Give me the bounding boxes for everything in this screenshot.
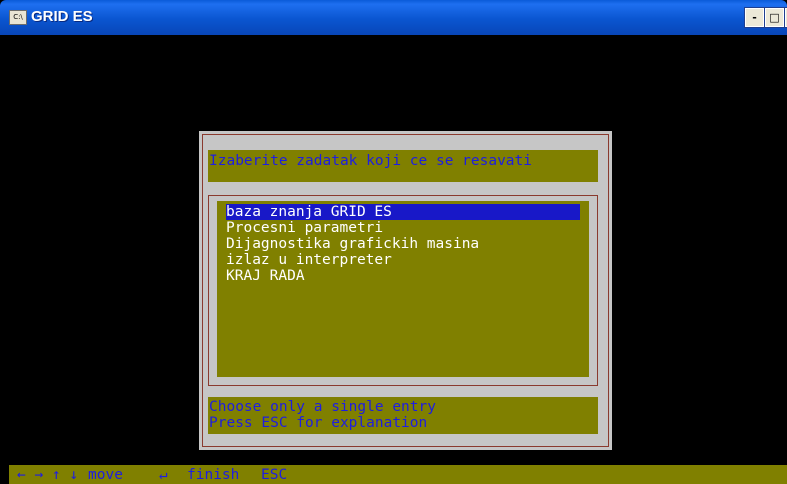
- enter-key-icon: ↵: [159, 467, 168, 483]
- arrow-keys-icon: ← → ↑ ↓: [17, 467, 79, 483]
- list-item[interactable]: izlaz u interpreter: [226, 252, 580, 268]
- list-item[interactable]: Dijagnostika grafickih masina: [226, 236, 580, 252]
- maximize-button[interactable]: □: [764, 7, 785, 28]
- title-bar[interactable]: C:\ GRID ES - □ x: [0, 0, 787, 35]
- list-item[interactable]: KRAJ RADA: [226, 268, 580, 284]
- dialog-header: Izaberite zadatak koji ce se resavati: [208, 150, 598, 182]
- footer-line-2: Press ESC for explanation: [209, 415, 428, 431]
- esc-hint: ESC: [261, 467, 288, 483]
- footer-line-1: Choose only a single entry: [209, 399, 436, 415]
- task-list: baza znanja GRID ES Procesni parametri D…: [217, 201, 589, 377]
- move-hint: move: [88, 467, 123, 483]
- finish-hint: finish: [187, 467, 240, 483]
- dialog-footer: Choose only a single entry Press ESC for…: [208, 397, 598, 434]
- window-title: GRID ES: [31, 8, 93, 25]
- dialog-header-text: Izaberite zadatak koji ce se resavati: [209, 153, 533, 169]
- console-window-icon[interactable]: C:\: [9, 10, 27, 25]
- task-dialog: Izaberite zadatak koji ce se resavati ba…: [199, 131, 612, 450]
- list-item[interactable]: baza znanja GRID ES: [226, 204, 580, 220]
- list-item[interactable]: Procesni parametri: [226, 220, 580, 236]
- status-bar: ← → ↑ ↓ move ↵ finish ESC: [9, 465, 787, 484]
- minimize-button[interactable]: -: [744, 7, 765, 28]
